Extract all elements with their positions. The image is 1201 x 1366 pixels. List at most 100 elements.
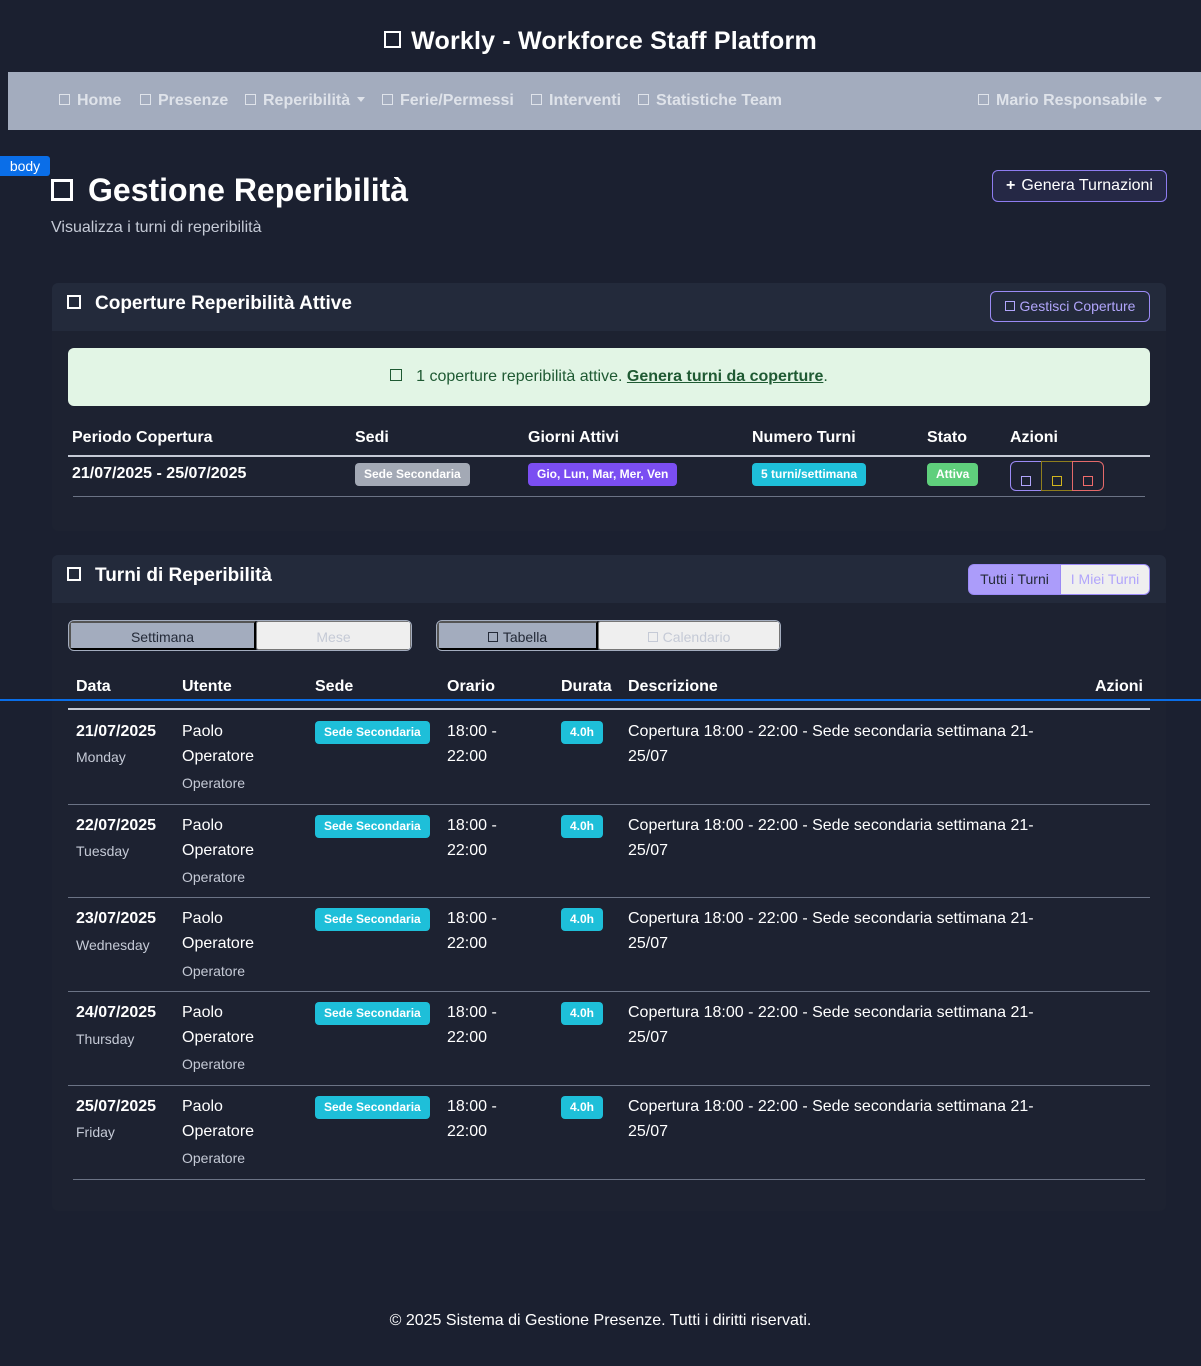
shift-user: Paolo Operatore: [182, 910, 255, 952]
shifts-badge: 5 turni/settimana: [752, 463, 867, 486]
view-calendar-label: Calendario: [662, 629, 731, 645]
shift-duration-badge: 4.0h: [561, 721, 604, 744]
column-header-description: Descrizione: [628, 678, 718, 695]
nav-item-label: Reperibilità: [263, 92, 351, 109]
table-bottom-divider: [73, 1179, 1145, 1180]
shift-user: Paolo Operatore: [182, 723, 255, 765]
page-title-text: Gestione Reperibilità: [88, 172, 409, 208]
plus-icon: +: [1006, 177, 1016, 194]
calendar-icon: [382, 93, 393, 105]
chart-icon: [638, 93, 649, 105]
table-icon: [487, 632, 498, 643]
shift-day: Wednesday: [76, 937, 150, 953]
phone-icon: [245, 93, 256, 105]
nav-item-interventi[interactable]: Interventi: [531, 92, 621, 110]
coverage-period: 21/07/2025 - 25/07/2025: [72, 465, 247, 482]
phone-icon: [51, 178, 73, 201]
filter-my-shifts[interactable]: I Miei Turni: [1060, 564, 1150, 595]
pause-icon: [1052, 475, 1062, 486]
shift-description: Copertura 18:00 - 22:00 - Sede secondari…: [628, 910, 1034, 952]
period-week-button[interactable]: Settimana: [69, 621, 256, 650]
shift-user: Paolo Operatore: [182, 1098, 255, 1140]
shift-duration-badge: 4.0h: [561, 1002, 604, 1025]
shift-site-badge: Sede Secondaria: [315, 815, 430, 838]
shift-site-badge: Sede Secondaria: [315, 721, 430, 744]
navbar: Home Presenze Reperibilità Ferie/Permess…: [8, 72, 1201, 130]
shifts-card: Turni di Reperibilità Tutti i Turni I Mi…: [52, 555, 1166, 1211]
shifts-card-title: Turni di Reperibilità: [67, 565, 272, 587]
app-logo-icon: [384, 31, 402, 49]
shift-time: 18:00 - 22:00: [447, 910, 497, 952]
user-icon: [978, 93, 989, 105]
generate-shifts-button[interactable]: + Genera Turnazioni: [992, 170, 1167, 202]
nav-item-statistiche-team[interactable]: Statistiche Team: [638, 92, 782, 110]
coverage-title-text: Coperture Reperibilità Attive: [95, 293, 352, 314]
trash-icon: [1083, 475, 1093, 486]
page: { "app": { "title": "Workly - Workforce …: [0, 0, 1201, 1366]
shift-time: 18:00 - 22:00: [447, 723, 497, 765]
home-icon: [59, 93, 70, 105]
nav-item-home[interactable]: Home: [59, 92, 121, 110]
chevron-down-icon: [1154, 97, 1163, 103]
column-header-site: Sede: [315, 678, 354, 695]
shift-role: Operatore: [182, 963, 246, 979]
shift-description: Copertura 18:00 - 22:00 - Sede secondari…: [628, 1004, 1034, 1046]
period-selector: Settimana Mese: [68, 620, 412, 651]
column-header-status: Stato: [927, 429, 967, 446]
nav-item-label: Ferie/Permessi: [400, 92, 514, 109]
calendar-icon: [647, 632, 658, 643]
status-badge: Attiva: [927, 463, 979, 486]
shift-description: Copertura 18:00 - 22:00 - Sede secondari…: [628, 817, 1034, 859]
app-title-text: Workly - Workforce Staff Platform: [411, 27, 817, 55]
shift-role: Operatore: [182, 1056, 246, 1072]
shift-day: Friday: [76, 1124, 115, 1140]
table-row-divider: [68, 897, 1150, 898]
shifts-card-header: Turni di Reperibilità Tutti i Turni I Mi…: [52, 555, 1166, 603]
shift-description: Copertura 18:00 - 22:00 - Sede secondari…: [628, 1098, 1034, 1140]
column-header-user: Utente: [182, 678, 232, 695]
manage-coverage-button[interactable]: Gestisci Coperture: [990, 291, 1150, 322]
list-icon: [67, 567, 81, 582]
column-header-duration: Durata: [561, 678, 612, 695]
shift-date: 22/07/2025: [76, 817, 157, 834]
calendar-check-icon: [140, 93, 151, 105]
shift-time: 18:00 - 22:00: [447, 817, 497, 859]
user-menu[interactable]: Mario Responsabile: [978, 92, 1163, 110]
coverage-card-title: Coperture Reperibilità Attive: [67, 293, 352, 315]
shift-site-badge: Sede Secondaria: [315, 1002, 430, 1025]
edit-icon: [1021, 475, 1031, 486]
devtools-body-tag: body: [0, 156, 50, 176]
delete-coverage-button[interactable]: [1072, 461, 1104, 491]
shift-duration-badge: 4.0h: [561, 815, 604, 838]
tools-icon: [531, 93, 542, 105]
filter-all-shifts[interactable]: Tutti i Turni: [968, 564, 1061, 595]
shift-role: Operatore: [182, 775, 246, 791]
alert-text: 1 coperture reperibilità attive.: [416, 368, 623, 385]
nav-item-ferie-permessi[interactable]: Ferie/Permessi: [382, 92, 514, 110]
nav-item-reperibilita[interactable]: Reperibilità: [245, 92, 366, 110]
shift-date: 23/07/2025: [76, 910, 157, 927]
nav-item-presenze[interactable]: Presenze: [140, 92, 228, 110]
column-header-active-days: Giorni Attivi: [528, 429, 619, 446]
table-header-divider: [68, 708, 1150, 710]
shift-filter-toggle: Tutti i Turni I Miei Turni: [968, 564, 1150, 595]
shift-day: Monday: [76, 749, 126, 765]
shift-role: Operatore: [182, 1150, 246, 1166]
shift-date: 21/07/2025: [76, 723, 157, 740]
shift-time: 18:00 - 22:00: [447, 1098, 497, 1140]
shift-duration-badge: 4.0h: [561, 908, 604, 931]
shifts-title-text: Turni di Reperibilità: [95, 565, 272, 586]
chevron-down-icon: [357, 97, 366, 103]
table-header-divider: [68, 455, 1150, 457]
edit-coverage-button[interactable]: [1010, 461, 1042, 491]
toggle-coverage-button[interactable]: [1041, 461, 1073, 491]
view-calendar-button[interactable]: Calendario: [598, 621, 780, 650]
generate-from-coverage-link[interactable]: Genera turni da coperture: [627, 368, 824, 385]
period-month-button[interactable]: Mese: [256, 621, 411, 650]
column-header-period: Periodo Copertura: [72, 429, 213, 446]
column-header-sites: Sedi: [355, 429, 389, 446]
shift-description: Copertura 18:00 - 22:00 - Sede secondari…: [628, 723, 1034, 765]
page-title: Gestione Reperibilità: [51, 172, 408, 209]
view-table-button[interactable]: Tabella: [437, 621, 598, 650]
table-row-divider: [68, 991, 1150, 992]
